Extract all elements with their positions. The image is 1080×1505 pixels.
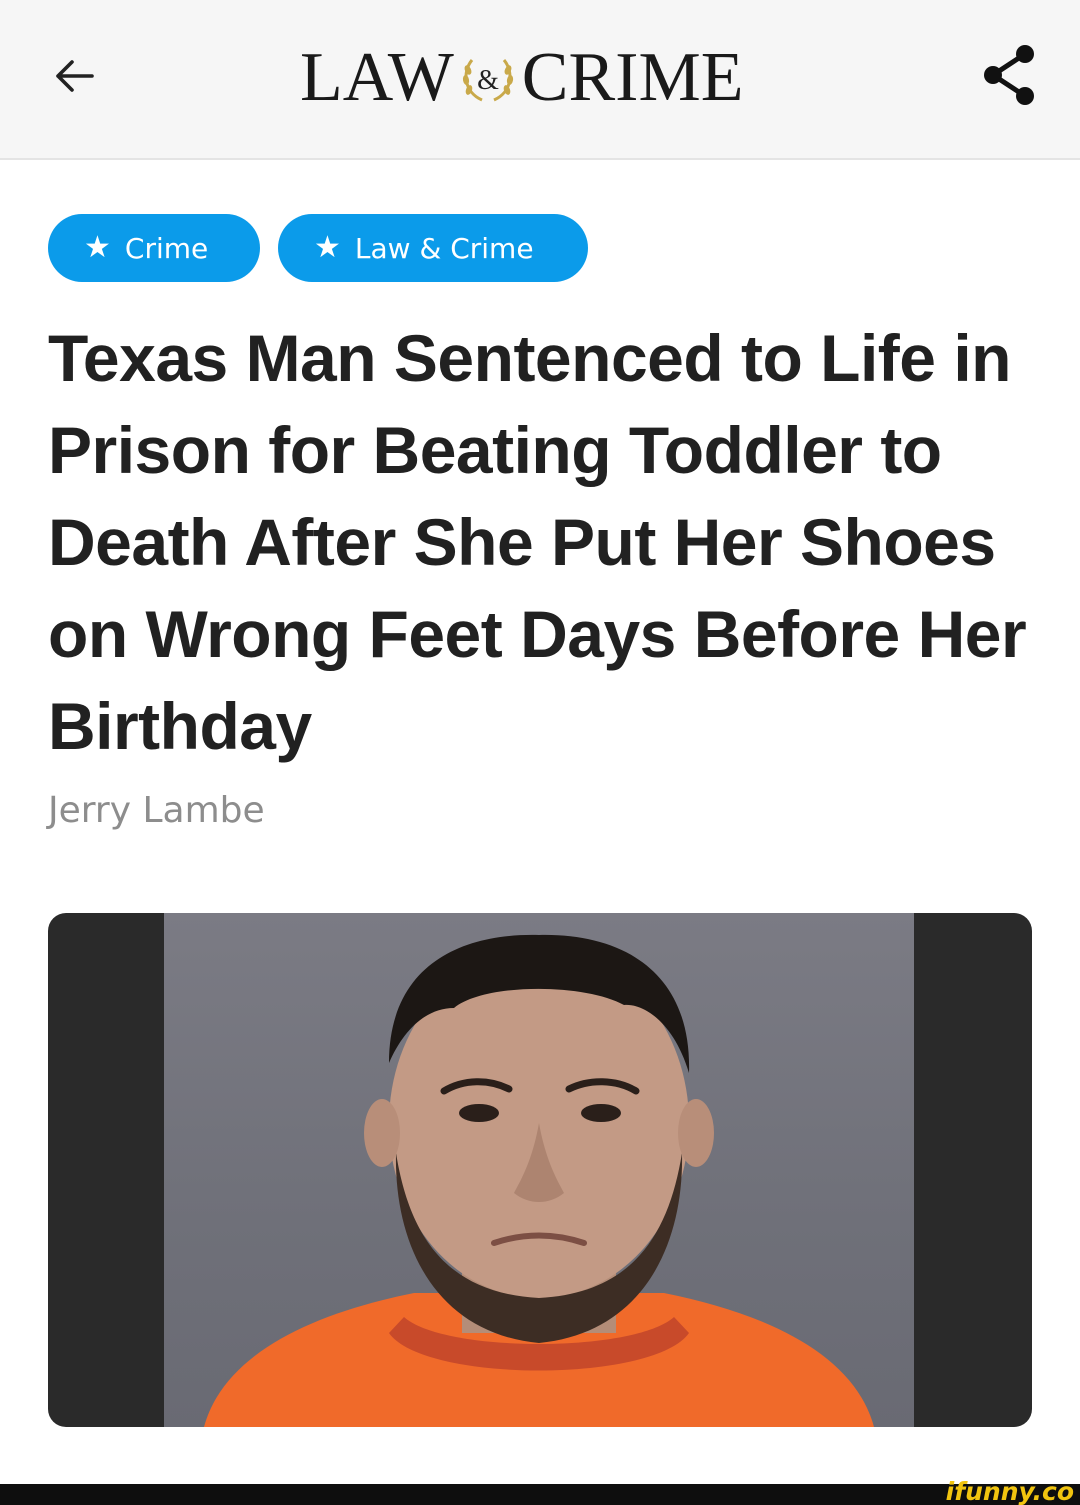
tag-law-and-crime[interactable]: ★ Law & Crime — [278, 214, 588, 282]
back-button[interactable] — [44, 48, 104, 108]
tag-label: Law & Crime — [354, 231, 534, 265]
article-image[interactable] — [48, 913, 1032, 1427]
site-logo[interactable]: LAW & CRIME — [300, 38, 743, 118]
ifunny-watermark: ifunny.co — [945, 1477, 1074, 1505]
share-button[interactable] — [976, 44, 1042, 110]
logo-text-left: LAW — [300, 39, 454, 116]
tag-label: Crime — [124, 231, 209, 265]
logo-text-right: CRIME — [521, 39, 744, 116]
share-icon — [979, 42, 1039, 113]
star-icon: ★ — [314, 230, 341, 265]
star-icon: ★ — [84, 230, 111, 265]
article-author[interactable]: Jerry Lambe — [48, 790, 265, 831]
tag-crime[interactable]: ★ Crime — [48, 214, 260, 282]
app-header: LAW & CRIME — [0, 0, 1080, 160]
logo-amp: & — [477, 65, 499, 96]
mugshot-photo — [164, 913, 914, 1427]
arrow-left-icon — [52, 54, 96, 103]
article-headline[interactable]: Texas Man Sentenced to Life in Prison fo… — [48, 312, 1038, 772]
laurel-seal-icon: & — [458, 48, 518, 108]
footer-bar — [0, 1484, 1080, 1505]
